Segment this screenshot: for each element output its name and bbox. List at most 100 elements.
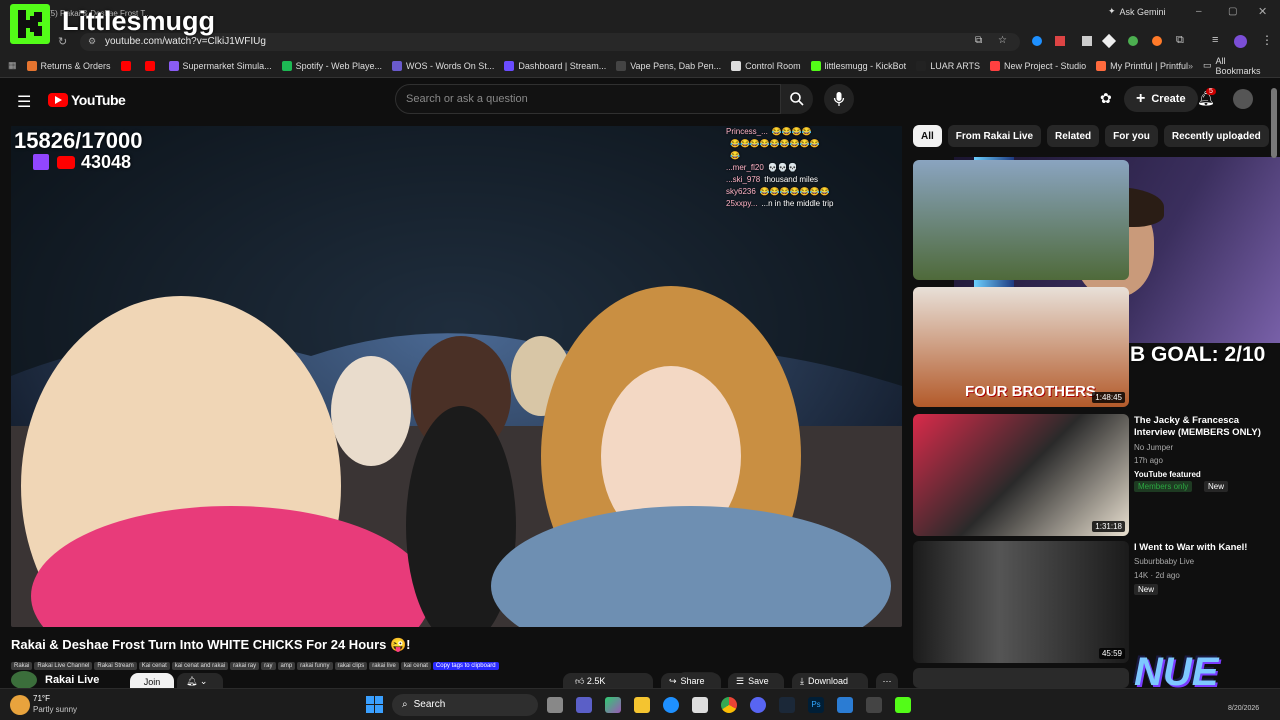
channel-name[interactable]: Rakai Live [45,674,99,686]
create-button[interactable]: + Create [1124,86,1198,112]
word-icon[interactable] [837,697,853,713]
task-view-icon[interactable] [547,697,563,713]
join-button[interactable]: Join [130,673,174,688]
minimize-button[interactable]: – [1196,6,1202,17]
ask-gemini-button[interactable]: ✦ Ask Gemini [1108,6,1166,17]
edge-icon[interactable] [663,697,679,713]
chrome-icon[interactable] [721,697,737,713]
video-tag[interactable]: kai cenat [400,662,431,670]
weather-icon[interactable] [10,695,30,715]
save-button[interactable]: ☰ Save [728,673,784,688]
app-icon[interactable] [866,697,882,713]
hamburger-menu-icon[interactable]: ☰ [17,92,31,112]
filter-chip[interactable]: All [913,125,942,147]
omnibox[interactable]: ⚙ youtube.com/watch?v=ClkiJ1WFIUg ⧉ ☆ [80,33,1020,51]
apps-grid-icon[interactable]: ▦ [8,60,17,71]
bookmark-item[interactable] [144,60,159,71]
account-avatar[interactable] [1233,89,1253,109]
recommendation-channel[interactable]: Suburbbaby Live [1134,557,1194,566]
download-button[interactable]: ⤓ Download [792,673,868,688]
bookmark-item[interactable]: Vape Pens, Dab Pen... [616,60,721,71]
video-tag[interactable]: rakai ray [230,662,260,670]
photoshop-icon[interactable]: Ps [808,697,824,713]
channel-avatar[interactable] [11,671,37,689]
store-icon[interactable] [692,697,708,713]
copilot-icon[interactable] [605,697,621,713]
like-dislike-group[interactable]: 👍︎ 2.5K [563,673,653,688]
bookmark-item[interactable] [120,60,135,71]
extension-icon[interactable] [1032,36,1042,46]
bookmark-item[interactable]: WOS - Words On St... [391,60,494,71]
video-tag[interactable]: rakai live [369,662,399,670]
video-tag[interactable]: rakai clips [334,662,368,670]
teams-icon[interactable] [576,697,592,713]
recommendation-title[interactable]: I Went to War with Kanel! [1134,542,1274,553]
page-scrollbar[interactable] [1271,88,1277,158]
share-button[interactable]: ↪ Share [661,673,721,688]
extension-icon[interactable] [1055,36,1065,46]
profile-avatar[interactable] [1234,35,1247,48]
filter-chip[interactable]: Recently uploaded [1163,125,1269,147]
youtube-logo[interactable]: YouTube [48,92,126,108]
taskbar-search[interactable]: ⌕ Search [392,694,538,716]
video-tag[interactable]: Rakai Stream [94,662,137,670]
extension-icon[interactable] [1082,36,1092,46]
bookmark-item[interactable]: My Printful | Printful [1096,60,1188,71]
discord-icon[interactable] [750,697,766,713]
bookmark-item[interactable]: Control Room [731,60,801,71]
bookmark-item[interactable]: Returns & Orders [26,60,111,71]
studio-icon[interactable]: ✿ [1100,90,1112,107]
filter-chip[interactable]: Related [1047,125,1100,147]
chat-message: ...ski_978 thousand miles [726,174,901,186]
steam-icon[interactable] [779,697,795,713]
search-input[interactable]: Search or ask a question [395,84,781,114]
video-tag[interactable]: Rakai [11,662,33,670]
extension-icon[interactable] [1101,33,1117,49]
kick-app-icon[interactable] [895,697,911,713]
recommendation-title[interactable]: The Jacky & Francesca Interview (MEMBERS… [1134,415,1274,439]
copy-tags-button[interactable]: Copy tags to clipboard [432,662,499,670]
tab-search-icon[interactable]: ≡ [1212,34,1218,46]
more-actions-button[interactable]: ⋯ [876,673,898,688]
bookmark-item[interactable]: Dashboard | Stream... [504,60,606,71]
filter-chip[interactable]: From Rakai Live [947,125,1042,147]
recommendation-thumbnail[interactable]: 45:59 [913,541,1129,663]
video-tag[interactable]: rakai funny [297,662,333,670]
subscribe-bell-button[interactable]: 🔔︎ ⌄ [177,673,223,688]
extension-icon[interactable] [1128,36,1138,46]
file-explorer-icon[interactable] [634,697,650,713]
maximize-button[interactable]: ▢ [1228,6,1237,17]
recommendation-thumbnail[interactable]: 1:31:18 [913,414,1129,536]
bookmark-item[interactable]: LUAR ARTS [916,60,980,71]
video-tag[interactable]: kai cenat and rakai [171,662,229,670]
search-button[interactable] [781,84,813,114]
video-tag[interactable]: ray [261,662,276,670]
close-window-button[interactable]: ✕ [1258,5,1267,18]
video-player[interactable]: 15826/17000 43048 Princess_... 😂😂😂😂 😂😂😂😂😂😂… [11,126,902,627]
bookmark-item[interactable]: littlesmugg - KickBot [810,60,906,71]
recommendation-thumbnail[interactable] [913,160,1129,280]
voice-search-button[interactable] [824,84,854,114]
cast-icon[interactable]: ⧉ [975,35,982,46]
bookmark-item[interactable]: New Project - Studio [990,60,1086,71]
bookmark-item[interactable]: Spotify - Web Playe... [281,60,382,71]
more-bookmarks-icon[interactable]: » [1188,61,1193,71]
chips-next-icon[interactable]: › [1238,128,1243,144]
video-tag[interactable]: amp [277,662,296,670]
duration-badge: 1:48:45 [1092,392,1125,403]
browser-menu-icon[interactable]: ⋮ [1261,33,1273,47]
extensions-puzzle-icon[interactable]: ⧉ [1176,34,1184,47]
windows-start-icon[interactable] [366,696,383,713]
extension-icon[interactable] [1152,36,1162,46]
site-info-icon[interactable]: ⚙ [88,36,96,47]
video-tag[interactable]: Kai cenat [138,662,170,670]
recommendation-thumbnail[interactable] [913,668,1129,688]
recommendation-channel[interactable]: No Jumper [1134,443,1173,452]
video-tag[interactable]: Rakai Live Channel [34,662,93,670]
chat-text: 😂😂😂😂😂😂😂 [759,187,830,196]
bookmark-item[interactable]: Supermarket Simula... [168,60,272,71]
recommendation-thumbnail[interactable]: FOUR BROTHERS 1:48:45 [913,287,1129,407]
bookmark-star-icon[interactable]: ☆ [998,35,1007,46]
filter-chip[interactable]: For you [1105,125,1158,147]
all-bookmarks-button[interactable]: ▭ All Bookmarks [1203,56,1270,76]
